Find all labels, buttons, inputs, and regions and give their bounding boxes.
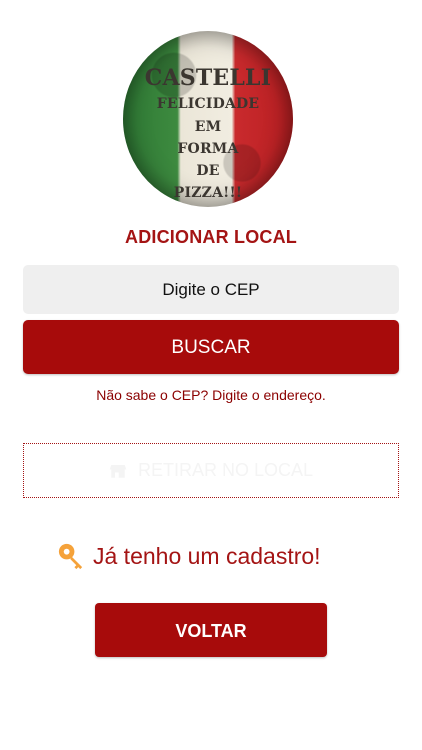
page-title: ADICIONAR LOCAL xyxy=(125,227,297,247)
castelli-logo: CASTELLI FELICIDADE EM FORMA DE PIZZA!!! xyxy=(123,31,293,207)
add-location-screen: CASTELLI FELICIDADE EM FORMA DE PIZZA!!!… xyxy=(0,0,422,750)
logo-line-5: PIZZA!!! xyxy=(173,185,243,201)
logo-brand-text: CASTELLI xyxy=(144,65,272,91)
logo-line-3: FORMA xyxy=(177,141,239,157)
back-button[interactable]: VOLTAR xyxy=(95,603,327,657)
logo-line-4: DE xyxy=(196,163,220,179)
logo-line-1: FELICIDADE xyxy=(156,96,260,112)
existing-account-label: Já tenho um cadastro! xyxy=(93,542,321,569)
store-icon xyxy=(109,464,127,478)
existing-account-link[interactable]: Já tenho um cadastro! xyxy=(56,537,321,575)
cep-input[interactable] xyxy=(23,265,399,314)
logo-line-2: EM xyxy=(194,119,222,135)
address-entry-link[interactable]: Não sabe o CEP? Digite o endereço. xyxy=(0,387,422,403)
pickup-button[interactable]: RETIRAR NO LOCAL xyxy=(23,443,399,498)
pickup-button-label: RETIRAR NO LOCAL xyxy=(137,460,314,480)
key-icon xyxy=(58,543,83,569)
search-button[interactable]: BUSCAR xyxy=(23,320,399,374)
